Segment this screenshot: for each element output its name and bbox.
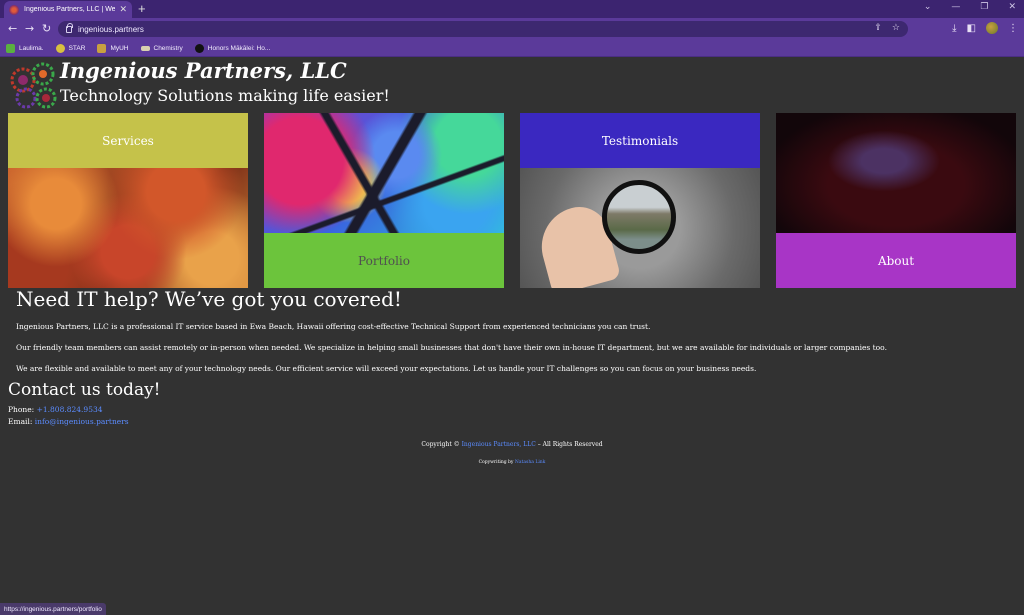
company-link[interactable]: Ingenious Partners, LLC [462, 441, 536, 448]
intro-heading: Need IT help? We’ve got you covered! [16, 287, 402, 311]
reload-icon[interactable]: ↻ [42, 22, 51, 35]
gears-logo-icon[interactable] [8, 60, 58, 110]
autumn-leaves-image [8, 168, 248, 288]
tab-title: Ingenious Partners, LLC | Welcome [24, 6, 116, 13]
minimize-icon[interactable]: — [951, 2, 960, 12]
footer-copyright: Copyright © Ingenious Partners, LLC – Al… [0, 441, 1024, 448]
lens-ball-image [520, 168, 760, 288]
bookmark-laulima[interactable]: Laulima. [6, 43, 44, 53]
myuh-icon [97, 43, 107, 53]
status-bar-url: https://ingenious.partners/portfolio [0, 603, 106, 615]
chemistry-icon [140, 45, 150, 51]
stained-glass-image [264, 113, 504, 233]
intro-paragraph-2: Our friendly team members can assist rem… [16, 343, 887, 352]
omnibox-actions: ⇪ ☆ [874, 23, 900, 33]
site-title: Ingenious Partners, LLC [60, 58, 347, 83]
contact-section: Contact us today! Phone: +1.808.824.9534… [8, 380, 161, 426]
window-controls: ⌄ — ❐ ✕ [924, 2, 1016, 12]
lens-shape [602, 180, 676, 254]
forward-icon[interactable]: → [25, 22, 34, 35]
credit-prefix: Copywriting by [478, 460, 514, 465]
tile-about-label: About [776, 233, 1016, 288]
laulima-icon [6, 43, 15, 53]
browser-tab-strip: Ingenious Partners, LLC | Welcome ✕ + ⌄ … [0, 0, 1024, 18]
browser-toolbar: ← → ↻ ingenious.partners ⇪ ☆ ⤓ ◧ ⋮ [0, 18, 1024, 40]
phone-label: Phone: [8, 405, 35, 414]
network-map-image [776, 113, 1016, 233]
honors-icon [194, 43, 204, 53]
rights-text: – All Rights Reserved [537, 441, 603, 448]
bookmark-star[interactable]: STAR [55, 43, 85, 53]
profile-avatar[interactable] [986, 22, 998, 34]
bookmark-honors[interactable]: Honors Mākālei: Ho... [194, 43, 270, 53]
email-link[interactable]: info@ingenious.partners [35, 417, 129, 426]
footer-credit: Copywriting by Natasha Link [0, 460, 1024, 465]
phone-line: Phone: +1.808.824.9534 [8, 405, 161, 414]
restore-icon[interactable]: ❐ [980, 2, 988, 12]
nav-tiles: Services Portfolio Testimonials About [8, 113, 1016, 288]
tile-testimonials[interactable]: Testimonials [520, 113, 760, 288]
url-text[interactable]: ingenious.partners [78, 25, 144, 34]
tab-close-icon[interactable]: ✕ [119, 4, 127, 15]
share-icon[interactable]: ⇪ [874, 23, 882, 33]
tile-services[interactable]: Services [8, 113, 248, 288]
new-tab-icon[interactable]: + [138, 1, 146, 16]
web-page: Ingenious Partners, LLC Technology Solut… [0, 58, 1024, 615]
bookmarks-bar: Laulima. STAR MyUH Chemistry Honors Mākā… [0, 40, 1024, 57]
menu-icon[interactable]: ⋮ [1008, 23, 1018, 34]
lock-icon[interactable] [66, 22, 73, 33]
tile-testimonials-label: Testimonials [520, 113, 760, 168]
address-bar[interactable]: ingenious.partners ⇪ ☆ [58, 21, 908, 37]
site-favicon-icon [9, 4, 19, 15]
copyright-prefix: Copyright © [421, 441, 460, 448]
bookmark-chemistry[interactable]: Chemistry [140, 45, 183, 52]
email-label: Email: [8, 417, 33, 426]
tab-search-icon[interactable]: ⌄ [924, 2, 932, 12]
tile-portfolio[interactable]: Portfolio [264, 113, 504, 288]
intro-section: Need IT help? We’ve got you covered! Ing… [16, 287, 1006, 374]
credit-link[interactable]: Natasha Link [515, 460, 546, 465]
intro-paragraph-3: We are flexible and available to meet an… [16, 364, 757, 373]
bookmark-star-icon[interactable]: ☆ [892, 23, 900, 33]
download-icon[interactable]: ⤓ [952, 23, 956, 34]
email-line: Email: info@ingenious.partners [8, 417, 161, 426]
star-icon [55, 43, 65, 53]
intro-paragraph-1: Ingenious Partners, LLC is a professiona… [16, 322, 651, 331]
tile-services-label: Services [8, 113, 248, 168]
close-window-icon[interactable]: ✕ [1008, 2, 1016, 12]
phone-link[interactable]: +1.808.824.9534 [37, 405, 103, 414]
back-icon[interactable]: ← [8, 22, 17, 35]
contact-heading: Contact us today! [8, 380, 161, 400]
side-panel-icon[interactable]: ◧ [967, 23, 976, 34]
toolbar-actions: ⤓ ◧ ⋮ [952, 22, 1018, 34]
browser-tab[interactable]: Ingenious Partners, LLC | Welcome ✕ [4, 1, 132, 18]
site-tagline: Technology Solutions making life easier! [60, 86, 390, 105]
tile-about[interactable]: About [776, 113, 1016, 288]
bookmark-myuh[interactable]: MyUH [97, 43, 129, 53]
tile-portfolio-label: Portfolio [264, 233, 504, 288]
